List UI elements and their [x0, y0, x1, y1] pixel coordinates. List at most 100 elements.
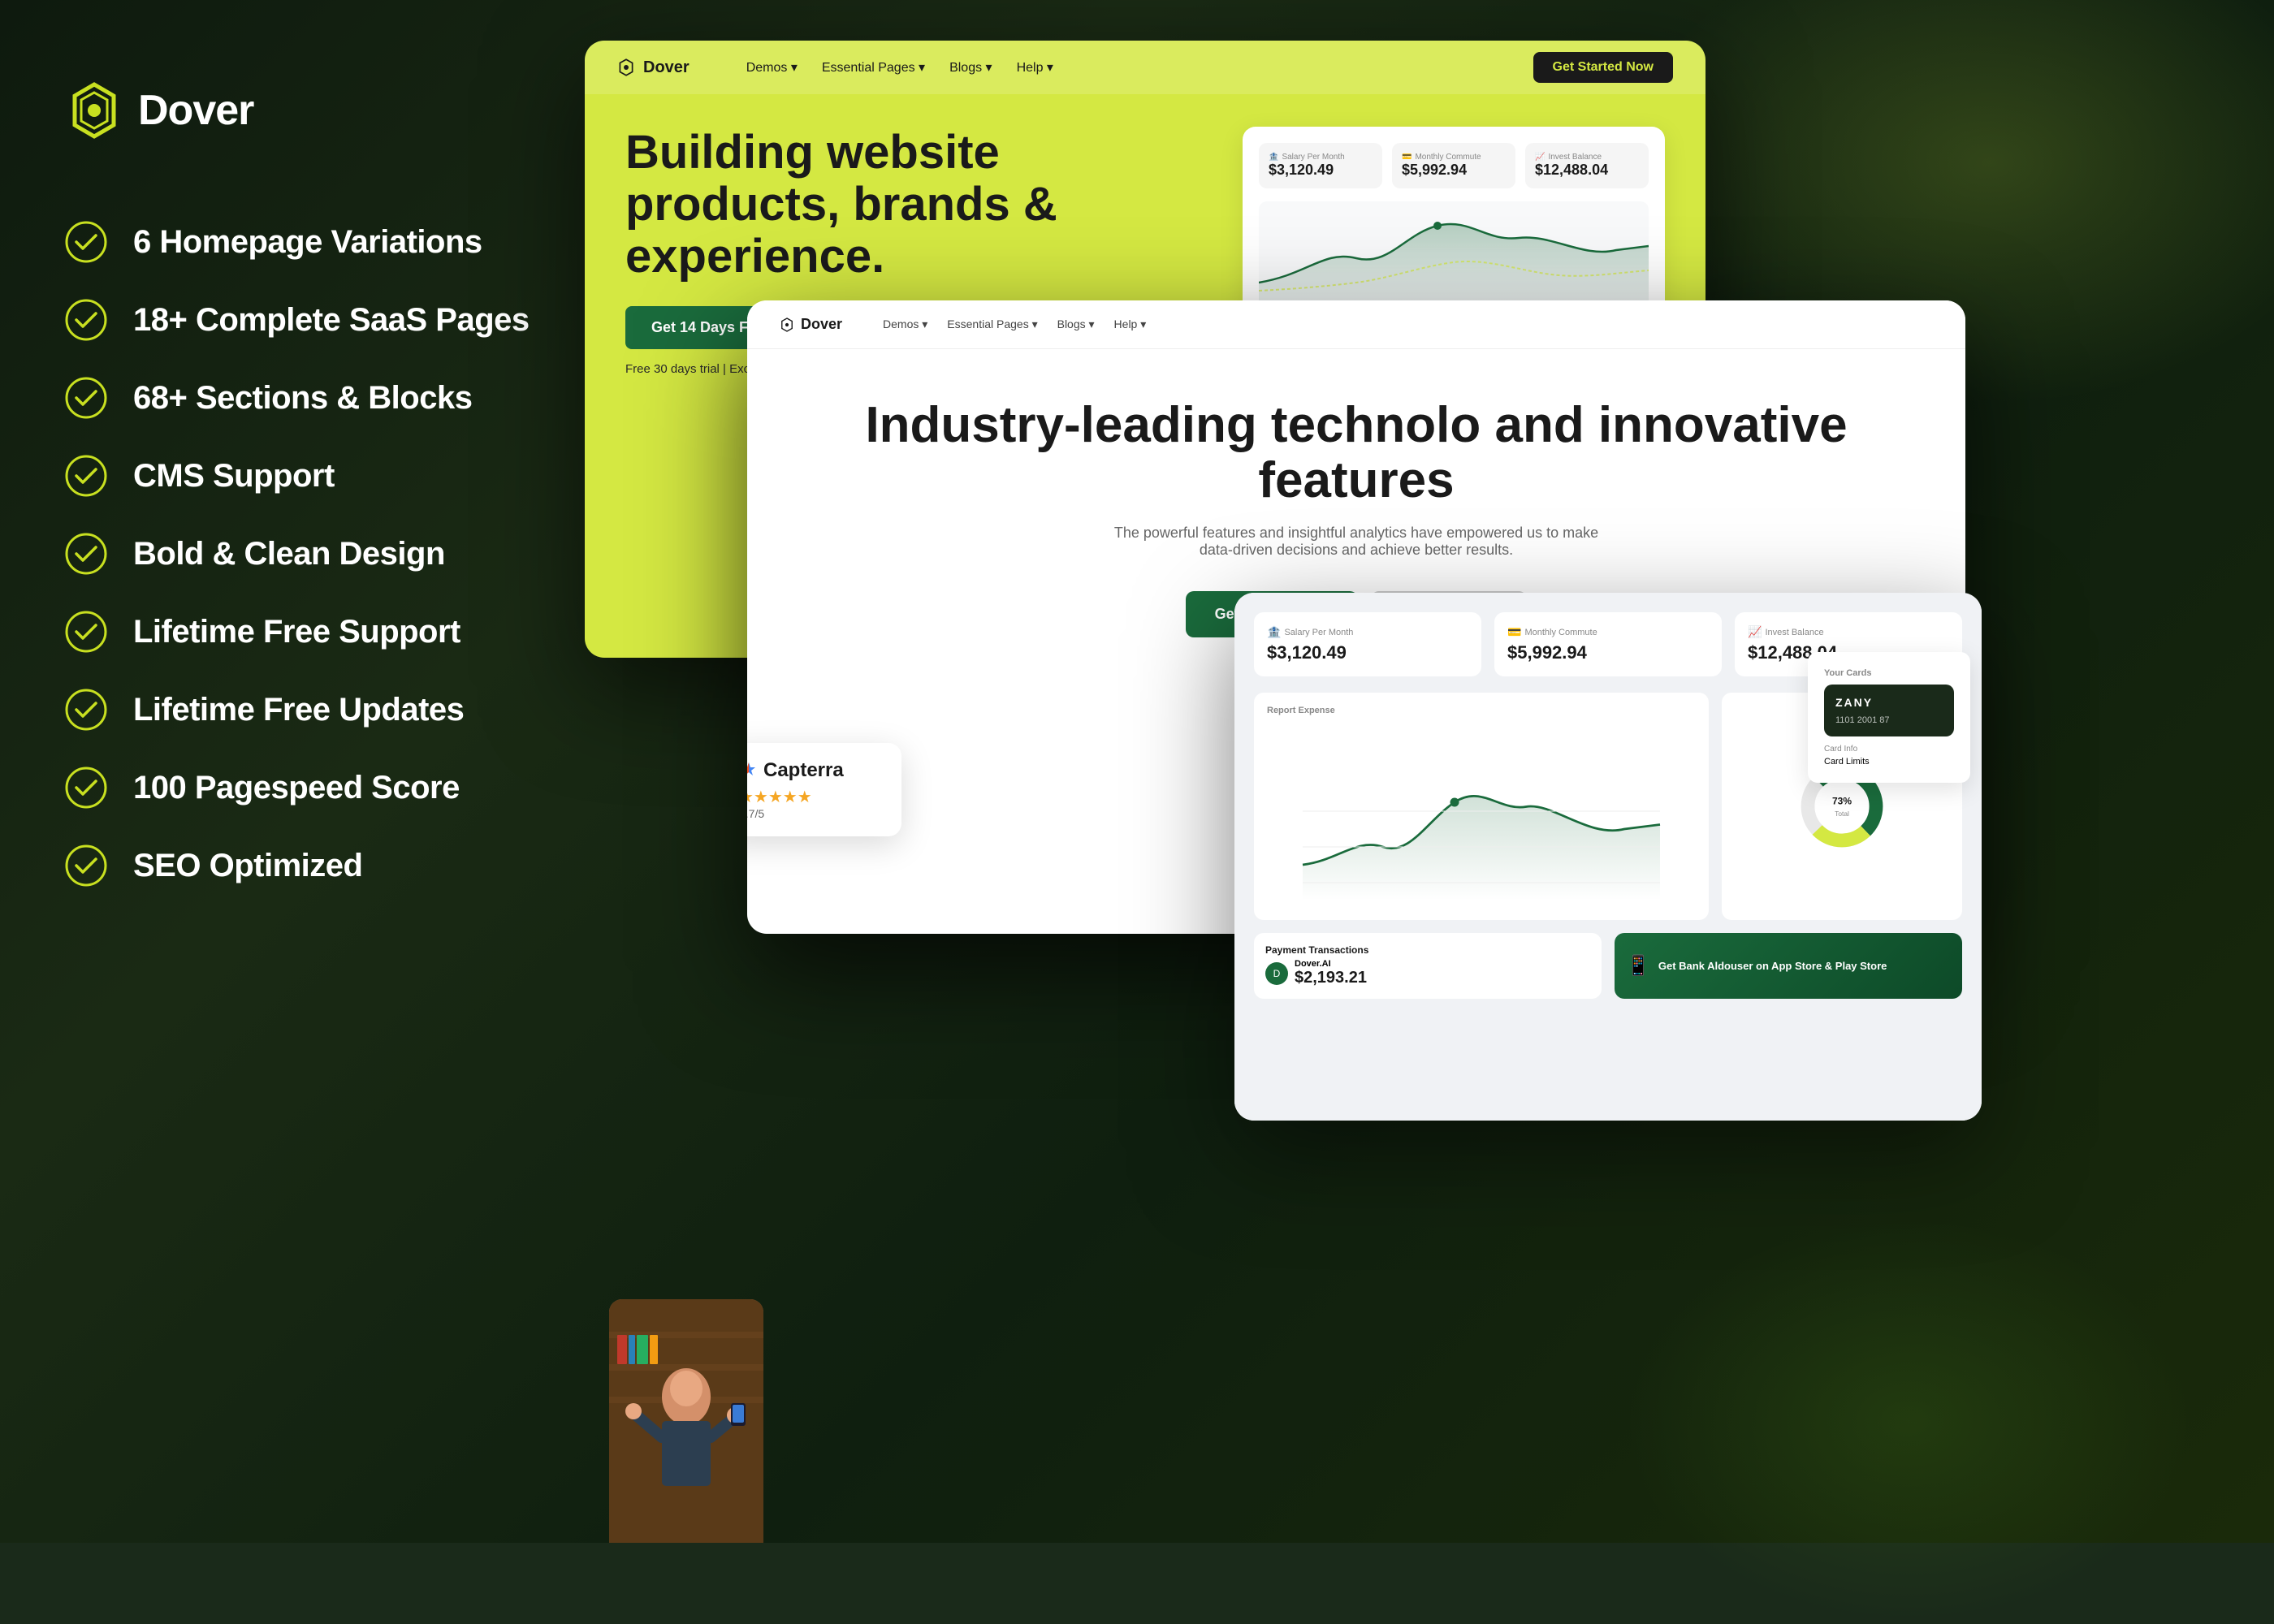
feature-text-3: 68+ Sections & Blocks [133, 380, 472, 417]
person-image [609, 1299, 763, 1543]
dover-logo-icon [65, 81, 123, 140]
feature-item-6: Lifetime Free Support [65, 611, 568, 653]
s3-payment-card: Payment Transactions D Dover.AI $2,193.2… [1254, 933, 1602, 999]
check-icon-8 [65, 767, 107, 809]
s2-nav-essential[interactable]: Essential Pages ▾ [947, 317, 1037, 331]
s3-payment-row: D Dover.AI $2,193.21 [1265, 959, 1590, 987]
s1-stat-value-2: $5,992.94 [1402, 162, 1506, 179]
capterra-name: Capterra [763, 759, 844, 782]
feature-item-9: SEO Optimized [65, 844, 568, 887]
s3-main-chart: Report Expense [1254, 693, 1709, 920]
s3-stat-label-2: 💳 Monthly Commute [1507, 625, 1709, 639]
check-icon-6 [65, 611, 107, 653]
s3-stat-label-3: 📈 Invest Balance [1748, 625, 1949, 639]
s3-app-store-banner: 📱 Get Bank Aldouser on App Store & Play … [1615, 933, 1962, 999]
s3-chart-title: Report Expense [1267, 706, 1696, 715]
s1-logo: Dover [617, 58, 690, 77]
s1-stats-row: 🏦 Salary Per Month $3,120.49 💳 Monthly C… [1259, 143, 1649, 188]
s3-card-limits-label: Card Limits [1824, 757, 1870, 767]
s2-nav-links: Demos ▾ Essential Pages ▾ Blogs ▾ Help ▾ [883, 317, 1146, 331]
feature-item-4: CMS Support [65, 455, 568, 497]
person-placeholder [609, 1299, 763, 1543]
features-list: 6 Homepage Variations 18+ Complete SaaS … [65, 221, 568, 887]
s3-chart-section: Report Expense [1254, 693, 1962, 920]
check-icon-1 [65, 221, 107, 263]
s3-phone-icon: 📱 [1626, 954, 1650, 978]
feature-item-3: 68+ Sections & Blocks [65, 377, 568, 419]
feature-item-5: Bold & Clean Design [65, 533, 568, 575]
left-panel: Dover 6 Homepage Variations 18+ Complete… [65, 65, 568, 1543]
feature-text-9: SEO Optimized [133, 848, 362, 884]
s3-card-info-label: Card Info [1824, 745, 1954, 754]
s1-stat-1: 🏦 Salary Per Month $3,120.49 [1259, 143, 1382, 188]
s1-stat-value-3: $12,488.04 [1535, 162, 1639, 179]
s2-headline: Industry-leading technolo and innovative… [796, 398, 1917, 508]
s1-stat-value-1: $3,120.49 [1269, 162, 1373, 179]
s1-chart [1259, 201, 1649, 315]
s3-dashboard-content: 🏦 Salary Per Month $3,120.49 💳 Monthly C… [1234, 593, 1982, 1121]
s1-stat-3: 📈 Invest Balance $12,488.04 [1525, 143, 1649, 188]
s1-stat-2: 💳 Monthly Commute $5,992.94 [1392, 143, 1515, 188]
feature-text-4: CMS Support [133, 458, 335, 495]
check-icon-9 [65, 844, 107, 887]
s1-stat-label-1: 🏦 Salary Per Month [1269, 153, 1373, 162]
s3-sidebar-card: Your Cards ZANY 1101 2001 87 Card Info C… [1808, 652, 1970, 783]
feature-item-2: 18+ Complete SaaS Pages [65, 299, 568, 341]
feature-item-1: 6 Homepage Variations [65, 221, 568, 263]
capterra-badge: Capterra ★★★★★ 4.7/5 [747, 743, 901, 836]
s1-stat-label-2: 💳 Monthly Commute [1402, 153, 1506, 162]
capterra-stars: ★★★★★ [747, 787, 885, 807]
check-icon-4 [65, 455, 107, 497]
s3-app-store-text: Get Bank Aldouser on App Store & Play St… [1658, 960, 1887, 972]
s1-logo-text: Dover [643, 58, 690, 77]
s1-nav-essential[interactable]: Essential Pages ▾ [822, 59, 925, 76]
s3-stat-value-2: $5,992.94 [1507, 642, 1709, 663]
check-icon-7 [65, 689, 107, 731]
s3-stat-label-1: 🏦 Salary Per Month [1267, 625, 1468, 639]
s3-stat-value-1: $3,120.49 [1267, 642, 1468, 663]
check-icon-5 [65, 533, 107, 575]
s2-subtext: The powerful features and insightful ana… [1113, 525, 1600, 559]
s1-navbar: Dover Demos ▾ Essential Pages ▾ Blogs ▾ … [585, 41, 1706, 94]
s3-bottom-row: Payment Transactions D Dover.AI $2,193.2… [1254, 933, 1962, 999]
s2-nav-help[interactable]: Help ▾ [1114, 317, 1147, 331]
feature-text-5: Bold & Clean Design [133, 536, 445, 572]
s3-stat-1: 🏦 Salary Per Month $3,120.49 [1254, 612, 1481, 676]
logo-area: Dover [65, 81, 568, 140]
capterra-icon [747, 761, 759, 780]
s3-card-name: ZANY [1835, 696, 1943, 709]
feature-item-8: 100 Pagespeed Score [65, 767, 568, 809]
s2-logo-text: Dover [801, 316, 842, 333]
s3-your-cards-title: Your Cards [1824, 668, 1954, 678]
s3-card-info-row: Card Limits [1824, 757, 1954, 767]
s1-nav-demos[interactable]: Demos ▾ [746, 59, 798, 76]
s3-stat-2: 💳 Monthly Commute $5,992.94 [1494, 612, 1722, 676]
capterra-rating: 4.7/5 [747, 807, 885, 820]
s3-company-name: Dover.AI [1295, 959, 1367, 969]
s3-card-zany: ZANY 1101 2001 87 [1824, 685, 1954, 736]
s1-nav-help[interactable]: Help ▾ [1017, 59, 1053, 76]
feature-item-7: Lifetime Free Updates [65, 689, 568, 731]
s2-logo-icon [780, 317, 794, 332]
s2-nav-blogs[interactable]: Blogs ▾ [1057, 317, 1095, 331]
check-icon-2 [65, 299, 107, 341]
s1-nav-blogs[interactable]: Blogs ▾ [949, 59, 992, 76]
s3-payment-icon: D [1265, 962, 1288, 985]
right-panel: Dover Demos ▾ Essential Pages ▾ Blogs ▾ … [568, 65, 2274, 1543]
s1-stat-label-3: 📈 Invest Balance [1535, 153, 1639, 162]
s2-nav-demos[interactable]: Demos ▾ [883, 317, 927, 331]
logo-text: Dover [138, 86, 253, 135]
s1-headline: Building website products, brands & expe… [625, 127, 1210, 282]
capterra-logo: Capterra [747, 759, 885, 782]
s3-payment-amount: $2,193.21 [1295, 969, 1367, 987]
check-icon-3 [65, 377, 107, 419]
s1-get-started-button[interactable]: Get Started Now [1533, 52, 1673, 83]
svg-text:73%: 73% [1832, 796, 1852, 807]
feature-text-7: Lifetime Free Updates [133, 692, 464, 728]
svg-text:Total: Total [1835, 810, 1849, 818]
s3-line-chart [1267, 722, 1696, 901]
s3-card-numbers: 1101 2001 87 [1835, 715, 1943, 725]
s3-payment-info: Dover.AI $2,193.21 [1295, 959, 1367, 987]
s2-navbar: Dover Demos ▾ Essential Pages ▾ Blogs ▾ … [747, 300, 1965, 349]
feature-text-8: 100 Pagespeed Score [133, 770, 460, 806]
